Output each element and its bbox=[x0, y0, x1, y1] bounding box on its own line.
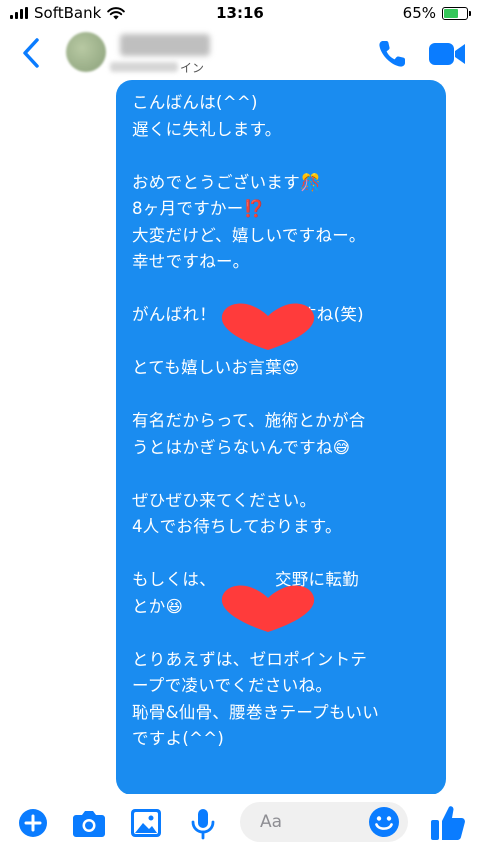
gallery-image-icon[interactable] bbox=[130, 808, 162, 838]
camera-icon[interactable] bbox=[72, 808, 106, 838]
message-text: こんばんは(^^) 遅くに失礼します。おめでとうございます🎊 8ヶ月ですかー⁉️ 大変… bbox=[132, 90, 432, 753]
status-bar: SoftBank 13:16 65% bbox=[0, 0, 480, 26]
message-line: 有名だからって、施術とかが合 bbox=[132, 411, 366, 430]
message-line: おめでとうございます🎊 bbox=[132, 172, 321, 192]
message-line: うとはかぎらないんですね😅 bbox=[132, 437, 351, 457]
message-line: ープで凌いでくださいね。 bbox=[132, 676, 333, 695]
phone-icon[interactable] bbox=[376, 38, 408, 70]
chat-header: イン bbox=[0, 26, 480, 82]
battery-percent: 65% bbox=[402, 4, 436, 22]
battery-fill bbox=[444, 8, 459, 18]
message-line: 大変だけど、嬉しいですねー。 bbox=[132, 225, 366, 245]
contact-avatar[interactable] bbox=[66, 32, 106, 72]
contact-status-redacted bbox=[110, 62, 178, 72]
plus-icon[interactable] bbox=[18, 808, 48, 838]
message-line: 幸せですねー。 bbox=[132, 252, 250, 271]
message-line: 遅くに失礼します。 bbox=[132, 119, 282, 139]
message-line: 4人でお待ちしております。 bbox=[132, 517, 342, 536]
message-bubble[interactable]: こんばんは(^^) 遅くに失礼します。おめでとうございます🎊 8ヶ月ですかー⁉️ 大変… bbox=[116, 80, 446, 795]
message-input[interactable]: Aa bbox=[240, 802, 408, 842]
message-line: とりあえずは、ゼロポイントテ bbox=[132, 649, 368, 669]
heart-redaction-2 bbox=[221, 585, 315, 632]
smiley-emoji-icon[interactable] bbox=[368, 806, 400, 838]
microphone-icon[interactable] bbox=[190, 808, 216, 840]
back-chevron-icon[interactable] bbox=[18, 36, 46, 70]
video-camera-icon[interactable] bbox=[428, 40, 466, 68]
contact-name-redacted[interactable] bbox=[120, 34, 210, 56]
message-line: ぜひぜひ来てください。 bbox=[132, 490, 317, 510]
message-line: こんばんは(^^) bbox=[132, 93, 258, 112]
message-line: ですよ(^^) bbox=[132, 729, 225, 748]
message-line bbox=[132, 143, 432, 170]
message-line bbox=[132, 541, 432, 568]
message-line: とても嬉しいお言葉😍 bbox=[132, 358, 300, 377]
message-line bbox=[132, 461, 432, 488]
message-line: 恥骨&仙骨、腰巻きテープもいい bbox=[132, 702, 380, 722]
composer-bar: Aa bbox=[0, 794, 480, 855]
message-input-placeholder: Aa bbox=[260, 812, 283, 832]
message-line: 8ヶ月ですかー⁉️ bbox=[132, 199, 265, 218]
message-line bbox=[132, 382, 432, 409]
heart-redaction-1 bbox=[221, 303, 315, 350]
message-line bbox=[132, 276, 432, 303]
status-right: 65% bbox=[402, 4, 471, 22]
contact-status-suffix: イン bbox=[180, 61, 205, 75]
thumbs-up-icon[interactable] bbox=[430, 804, 466, 842]
battery-icon bbox=[442, 6, 471, 20]
